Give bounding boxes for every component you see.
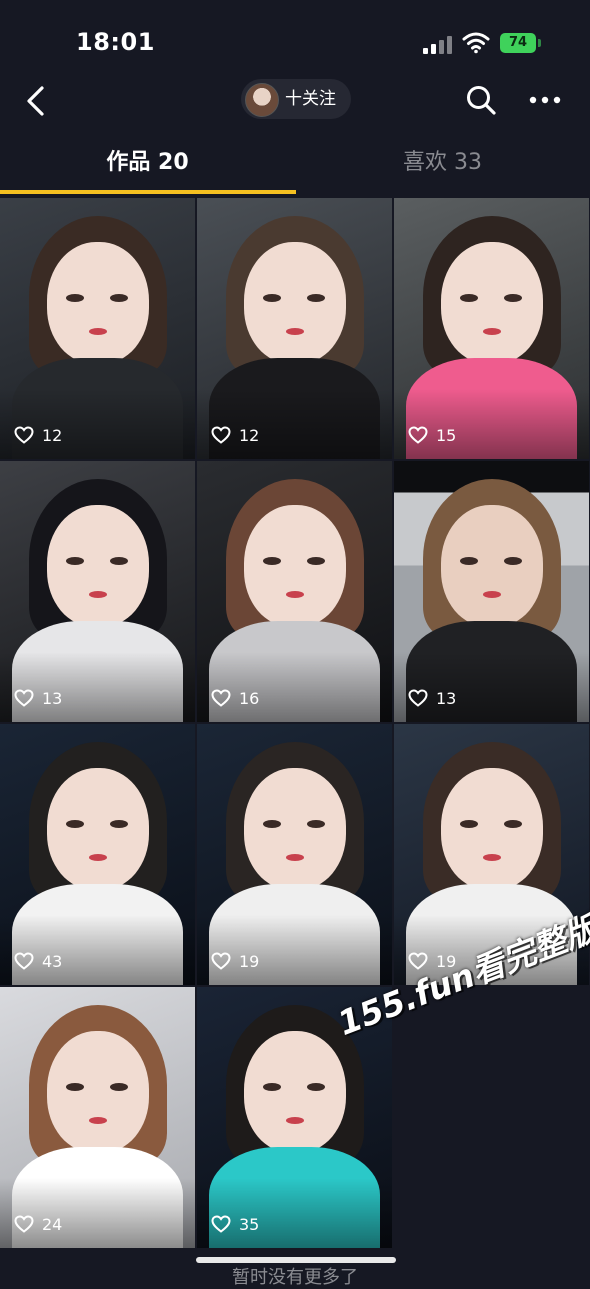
follow-button[interactable]: 十关注 bbox=[241, 79, 351, 119]
like-count: 19 bbox=[211, 949, 259, 973]
heart-icon bbox=[408, 689, 428, 707]
video-thumbnail[interactable]: 19 bbox=[197, 724, 392, 985]
like-count: 16 bbox=[211, 686, 259, 710]
like-count-value: 16 bbox=[239, 688, 260, 708]
video-thumbnail[interactable]: 15 bbox=[394, 198, 589, 459]
tab-works[interactable]: 作品 20 bbox=[0, 138, 295, 188]
heart-icon bbox=[14, 426, 34, 444]
video-thumbnail[interactable]: 24 bbox=[0, 987, 195, 1248]
battery-tip bbox=[538, 39, 541, 47]
wifi-icon bbox=[462, 32, 490, 54]
battery-indicator: 74 bbox=[500, 33, 536, 53]
like-count: 12 bbox=[14, 423, 62, 447]
heart-icon bbox=[211, 426, 231, 444]
more-options-icon[interactable] bbox=[527, 88, 563, 112]
search-icon[interactable] bbox=[465, 84, 497, 116]
video-thumbnail[interactable]: 13 bbox=[0, 461, 195, 722]
like-count: 15 bbox=[408, 423, 456, 447]
like-count-value: 15 bbox=[436, 425, 457, 445]
status-time: 18:01 bbox=[76, 28, 155, 56]
like-count-value: 19 bbox=[239, 951, 260, 971]
like-count-value: 12 bbox=[239, 425, 260, 445]
like-count: 12 bbox=[211, 423, 259, 447]
heart-icon bbox=[211, 952, 231, 970]
cellular-signal-icon bbox=[423, 34, 453, 54]
like-count: 13 bbox=[408, 686, 456, 710]
heart-icon bbox=[211, 689, 231, 707]
like-count-value: 24 bbox=[42, 1214, 63, 1234]
back-arrow-icon[interactable] bbox=[22, 84, 52, 118]
home-indicator[interactable] bbox=[196, 1257, 396, 1263]
top-nav: 十关注 bbox=[0, 70, 590, 130]
like-count: 13 bbox=[14, 686, 62, 710]
heart-icon bbox=[14, 952, 34, 970]
avatar bbox=[245, 83, 279, 117]
video-thumbnail[interactable]: 13 bbox=[394, 461, 589, 722]
video-thumbnail[interactable]: 12 bbox=[197, 198, 392, 459]
video-thumbnail[interactable]: 12 bbox=[0, 198, 195, 459]
heart-icon bbox=[408, 426, 428, 444]
like-count-value: 13 bbox=[436, 688, 457, 708]
follow-label: 十关注 bbox=[285, 89, 336, 109]
heart-icon bbox=[211, 1215, 231, 1233]
like-count-value: 12 bbox=[42, 425, 63, 445]
like-count-value: 35 bbox=[239, 1214, 260, 1234]
like-count: 24 bbox=[14, 1212, 62, 1236]
heart-icon bbox=[14, 689, 34, 707]
status-bar: 18:01 74 bbox=[0, 0, 590, 80]
video-thumbnail[interactable]: 43 bbox=[0, 724, 195, 985]
heart-icon bbox=[14, 1215, 34, 1233]
video-thumbnail[interactable]: 16 bbox=[197, 461, 392, 722]
profile-tabs: 作品 20 喜欢 33 bbox=[0, 138, 590, 194]
tab-likes[interactable]: 喜欢 33 bbox=[295, 138, 590, 188]
like-count-value: 43 bbox=[42, 951, 63, 971]
active-tab-indicator bbox=[0, 190, 296, 194]
end-of-list-text: 暂时没有更多了 bbox=[232, 1267, 358, 1288]
like-count: 43 bbox=[14, 949, 62, 973]
like-count: 35 bbox=[211, 1212, 259, 1236]
like-count-value: 13 bbox=[42, 688, 63, 708]
